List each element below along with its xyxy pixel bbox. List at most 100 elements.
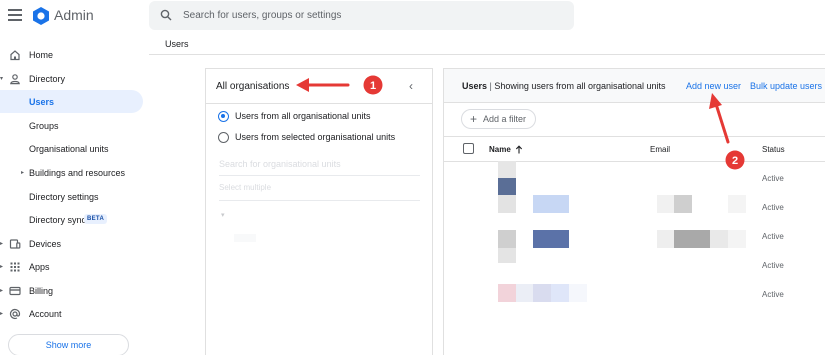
radio-all-org-units[interactable]: Users from all organisational units: [218, 109, 371, 123]
expand-caret-icon[interactable]: ▸: [0, 310, 3, 317]
search-bar[interactable]: [149, 1, 574, 30]
users-heading-title: Users: [462, 81, 488, 91]
expand-caret-icon[interactable]: ▸: [21, 169, 24, 176]
sidebar-item-devices[interactable]: ▸ Devices: [0, 232, 143, 255]
organisations-panel: All organisations ‹ Users from all organ…: [205, 68, 433, 355]
sidebar-item-label: Buildings and resources: [29, 167, 126, 178]
credit-card-icon: [9, 286, 21, 296]
search-icon: [160, 9, 172, 21]
redacted-block: [533, 284, 551, 302]
hamburger-menu-icon[interactable]: [8, 9, 22, 21]
redacted-block: [674, 230, 710, 248]
sidebar-item-label: Directory: [29, 73, 66, 84]
org-panel-title: All organisations: [216, 81, 290, 92]
radio-selected-icon[interactable]: [218, 110, 229, 122]
at-sign-icon: [9, 308, 21, 320]
status-text: Active: [762, 261, 784, 270]
admin-logo-icon[interactable]: [31, 6, 51, 26]
table-row[interactable]: Active: [444, 193, 825, 222]
status-text: Active: [762, 174, 784, 183]
sidebar-item-label: Organisational units: [29, 143, 109, 154]
radio-label: Users from all organisational units: [235, 111, 371, 121]
org-panel-divider: [206, 103, 432, 104]
sidebar-item-groups[interactable]: Groups: [0, 114, 143, 137]
sidebar-item-account[interactable]: ▸ Account: [0, 302, 143, 325]
sidebar-item-apps[interactable]: ▸ Apps: [0, 255, 143, 278]
sidebar-item-users[interactable]: Users: [0, 90, 143, 113]
sidebar-item-label: Users: [29, 96, 55, 107]
sidebar-item-label: Apps: [29, 261, 50, 272]
sidebar-item-billing[interactable]: ▸ Billing: [0, 279, 143, 302]
select-multiple-option[interactable]: Select multiple: [219, 183, 420, 201]
sidebar-item-label: Devices: [29, 238, 62, 249]
table-row[interactable]: Active: [444, 222, 825, 251]
radio-unselected-icon[interactable]: [218, 131, 229, 143]
add-new-user-link[interactable]: Add new user: [686, 81, 741, 91]
blurred-org-tree-item: [234, 234, 256, 242]
org-unit-search-input[interactable]: Search for organisational units: [219, 159, 420, 176]
column-header-email[interactable]: Email: [650, 145, 670, 154]
table-row[interactable]: Active: [444, 280, 825, 309]
sidebar-item-home[interactable]: Home: [0, 43, 143, 66]
bulk-update-users-link[interactable]: Bulk update users: [750, 81, 822, 91]
redacted-block: [498, 284, 516, 302]
beta-badge: BETA: [84, 214, 108, 224]
select-all-checkbox[interactable]: [463, 143, 474, 154]
redacted-block: [498, 248, 516, 263]
devices-icon: [9, 239, 21, 249]
sidebar-item-buildings-and-resources[interactable]: ▸ Buildings and resources: [0, 161, 143, 184]
breadcrumb: Users: [165, 39, 189, 49]
column-header-name[interactable]: Name: [489, 145, 523, 154]
redacted-block: [657, 230, 675, 248]
person-icon: [10, 74, 20, 85]
show-more-button[interactable]: Show more: [8, 334, 129, 355]
sidebar-item-directory-sync[interactable]: Directory sync BETA: [0, 208, 143, 231]
redacted-block: [498, 195, 516, 213]
plus-icon: +: [470, 112, 478, 126]
radio-label: Users from selected organisational units: [235, 132, 396, 142]
sidebar-item-label: Home: [29, 49, 54, 60]
column-header-status[interactable]: Status: [762, 145, 785, 154]
column-name-label: Name: [489, 145, 511, 154]
top-bar: Admin: [0, 0, 825, 34]
table-row[interactable]: Active: [444, 161, 825, 195]
redacted-block: [657, 195, 675, 213]
redacted-block: [533, 230, 569, 248]
home-icon: [10, 50, 20, 61]
sidebar-item-label: Directory sync: [29, 214, 87, 225]
redacted-block: [728, 230, 746, 248]
app-title: Admin: [54, 7, 94, 23]
expand-caret-icon[interactable]: ▸: [0, 263, 3, 270]
sort-ascending-icon[interactable]: [515, 145, 523, 154]
status-text: Active: [762, 232, 784, 241]
sidebar-item-directory-settings[interactable]: Directory settings: [0, 185, 143, 208]
status-text: Active: [762, 203, 784, 212]
redacted-block: [569, 284, 587, 302]
redacted-block: [498, 161, 516, 178]
users-heading-subtitle: Showing users from all organisational un…: [494, 81, 666, 91]
users-panel-header: Users | Showing users from all organisat…: [444, 69, 825, 103]
users-table-header: Name Email Status: [444, 137, 825, 162]
sidebar-item-organisational-units[interactable]: Organisational units: [0, 137, 143, 160]
expand-caret-icon[interactable]: ▾: [0, 75, 3, 82]
expand-caret-icon[interactable]: ▸: [0, 287, 3, 294]
collapse-panel-icon[interactable]: ‹: [409, 79, 413, 93]
sidebar-item-label: Directory settings: [29, 191, 99, 202]
tree-expand-caret-icon[interactable]: ▾: [221, 211, 225, 219]
add-filter-button[interactable]: + Add a filter: [461, 109, 536, 129]
sidebar-item-label: Billing: [29, 285, 54, 296]
sidebar-item-label: Account: [29, 308, 62, 319]
sidebar-item-directory[interactable]: ▾ Directory: [0, 67, 143, 90]
search-input[interactable]: [183, 7, 563, 24]
radio-selected-org-units[interactable]: Users from selected organisational units: [218, 130, 395, 144]
redacted-block: [551, 284, 569, 302]
redacted-block: [533, 195, 569, 213]
heading-separator: |: [489, 81, 492, 91]
users-heading: Users | Showing users from all organisat…: [462, 81, 666, 91]
table-row[interactable]: Active: [444, 248, 825, 280]
add-filter-label: Add a filter: [483, 114, 527, 124]
expand-caret-icon[interactable]: ▸: [0, 240, 3, 247]
apps-grid-icon: [10, 262, 20, 272]
status-text: Active: [762, 290, 784, 299]
redacted-block: [728, 195, 746, 213]
